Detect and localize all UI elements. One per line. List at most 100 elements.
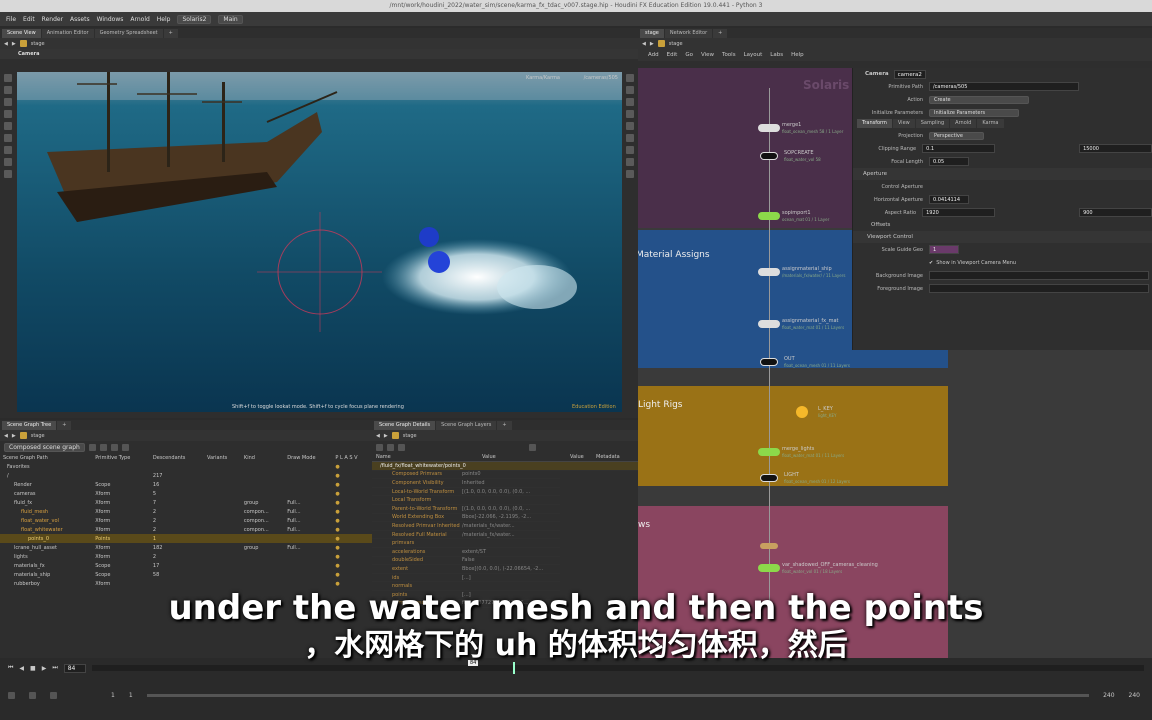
foreground-image-field[interactable] <box>929 284 1149 293</box>
timeline-track[interactable] <box>91 662 1144 674</box>
points-display-icon[interactable] <box>626 146 634 154</box>
menu-tools[interactable]: Tools <box>722 52 736 58</box>
table-row[interactable]: Favorites ● <box>0 462 372 471</box>
property-row[interactable]: Component Visibility Inherited <box>372 479 560 488</box>
realtime-icon[interactable] <box>8 691 15 699</box>
column-header[interactable]: Name <box>372 454 482 460</box>
table-row[interactable]: float_water_vol Xform 2 compon... Full... ● <box>0 516 372 525</box>
primitive-path-field[interactable]: /cameras/505 <box>929 82 1079 91</box>
table-row[interactable]: materials_fx Scope 17 ● <box>0 561 372 570</box>
step-back-icon[interactable]: ◀ <box>19 665 24 672</box>
property-row[interactable]: accelerations extent/ST <box>372 548 560 557</box>
aspect-height-field[interactable]: 900 <box>1079 208 1152 217</box>
range-slider[interactable] <box>146 693 1090 697</box>
details-prim-row[interactable]: /fluid_fx/float_whitewater/points_0 <box>372 462 638 471</box>
snapshot-icon[interactable] <box>626 170 634 178</box>
show-in-menu-checkbox[interactable]: ✔ <box>929 260 933 266</box>
forward-icon[interactable]: ▶ <box>12 41 16 47</box>
add-tab-icon[interactable]: + <box>713 29 728 38</box>
magnet-icon[interactable] <box>4 170 12 178</box>
expand-icon[interactable] <box>99 443 107 451</box>
tab-karma[interactable]: Karma <box>977 119 1004 128</box>
filter-icon[interactable] <box>529 443 536 451</box>
aspect-width-field[interactable]: 1920 <box>922 208 996 217</box>
visibility-toggle[interactable]: ● <box>332 570 372 579</box>
visibility-toggle[interactable]: ● <box>332 462 372 471</box>
tab-arnold[interactable]: Arnold <box>950 119 977 128</box>
node-var-shadows[interactable] <box>760 543 778 549</box>
node-sopcreate[interactable]: SOPCREATE float_water_vol 58 <box>760 150 821 162</box>
tab-view[interactable]: View <box>892 119 915 128</box>
tab-scene-graph-tree[interactable]: Scene Graph Tree <box>2 421 57 430</box>
tab-network-editor[interactable]: Network Editor <box>664 29 713 38</box>
property-row[interactable]: World Extending Box Bbox[-22.066, -2.1195… <box>372 514 560 523</box>
node-sopimport1[interactable]: sopimport1 ocean_mat 01 / 1 Layer <box>758 210 829 222</box>
init-params-dropdown[interactable]: Initialize Parameters <box>929 108 1019 117</box>
network-box-light-rigs[interactable]: Light Rigs <box>638 386 948 486</box>
list-view-icon[interactable] <box>376 443 383 451</box>
add-tab-icon[interactable]: + <box>163 29 178 38</box>
menu-windows[interactable]: Windows <box>97 16 124 23</box>
light-tool-icon[interactable] <box>4 158 12 166</box>
focal-length-field[interactable]: 0.05 <box>929 157 969 166</box>
column-header[interactable]: Scene Graph Path <box>0 453 92 462</box>
column-header[interactable]: Value <box>570 454 596 460</box>
shading-icon[interactable] <box>626 98 634 106</box>
collapse-icon[interactable] <box>88 443 96 451</box>
keys-icon[interactable] <box>50 691 57 699</box>
back-icon[interactable]: ◀ <box>642 41 646 47</box>
table-row[interactable]: rubberboy Xform ● <box>0 579 372 588</box>
property-row[interactable]: ids [...] <box>372 574 560 583</box>
node-name-field[interactable]: camera2 <box>893 69 926 79</box>
visibility-toggle[interactable]: ● <box>332 516 372 525</box>
viewer-path[interactable]: stage <box>31 41 45 47</box>
menu-labs[interactable]: Labs <box>770 52 783 58</box>
forward-icon[interactable]: ▶ <box>12 433 16 439</box>
menu-edit[interactable]: Edit <box>667 52 678 58</box>
render-delegate-dropdown[interactable]: Karma/Karma <box>526 75 560 81</box>
grid-icon[interactable] <box>626 122 634 130</box>
table-row[interactable]: float_whitewater Xform 2 compon... Full... ● <box>0 525 372 534</box>
column-header[interactable]: Draw Mode <box>284 453 332 462</box>
render-viewport[interactable]: Karma/Karma /cameras/505 <box>17 72 622 412</box>
clipping-near-field[interactable]: 0.1 <box>922 144 996 153</box>
node-var-shadowed-off[interactable]: var_shadowed_OFF_cameras_cleaning float_… <box>758 562 878 574</box>
visibility-toggle[interactable]: ● <box>332 534 372 543</box>
visibility-toggle[interactable]: ● <box>332 561 372 570</box>
lighting-icon[interactable] <box>626 86 634 94</box>
range-end-2[interactable]: 240 <box>1129 692 1140 699</box>
pose-tool-icon[interactable] <box>4 134 12 142</box>
visibility-toggle[interactable]: ● <box>332 507 372 516</box>
back-icon[interactable]: ◀ <box>4 433 8 439</box>
tree-view-icon[interactable] <box>387 443 394 451</box>
stop-icon[interactable]: ■ <box>30 665 36 672</box>
projection-dropdown[interactable]: Perspective <box>929 131 984 140</box>
column-header[interactable]: P L A S V <box>332 453 372 462</box>
forward-icon[interactable]: ▶ <box>650 41 654 47</box>
scene-graph-filter[interactable]: Composed scene graph <box>4 442 85 452</box>
frame-field[interactable]: 84 <box>63 663 86 673</box>
property-row[interactable]: primvars <box>372 539 560 548</box>
menu-add[interactable]: Add <box>648 52 659 58</box>
property-row[interactable]: extent Bbox[(0.0, 0.0), (-22.06654, -2... <box>372 565 560 574</box>
visibility-toggle[interactable]: ● <box>332 498 372 507</box>
menu-go[interactable]: Go <box>685 52 693 58</box>
viewport-control-section[interactable]: Viewport Control <box>853 231 1152 243</box>
tab-scene-view[interactable]: Scene View <box>2 29 41 38</box>
menu-render[interactable]: Render <box>42 16 63 23</box>
menu-view[interactable]: View <box>701 52 714 58</box>
node-light[interactable]: LIGHT float_ocean_mesh 01 / 12 Layers <box>760 472 850 484</box>
column-header[interactable]: Kind <box>241 453 284 462</box>
offsets-folder[interactable]: Offsets <box>853 219 1152 231</box>
visibility-toggle[interactable]: ● <box>332 471 372 480</box>
back-icon[interactable]: ◀ <box>4 41 8 47</box>
node-assignmaterial-ship[interactable]: assignmaterial_ship /materials_fx/water/… <box>758 266 845 278</box>
scale-tool-icon[interactable] <box>4 110 12 118</box>
column-header[interactable]: Variants <box>204 453 241 462</box>
tab-geometry-spreadsheet[interactable]: Geometry Spreadsheet <box>94 29 163 38</box>
visibility-toggle[interactable]: ● <box>332 543 372 552</box>
property-row[interactable]: Local Transform <box>372 496 560 505</box>
forward-icon[interactable]: ▶ <box>384 433 388 439</box>
menu-help[interactable]: Help <box>157 16 171 23</box>
rotate-tool-icon[interactable] <box>4 98 12 106</box>
